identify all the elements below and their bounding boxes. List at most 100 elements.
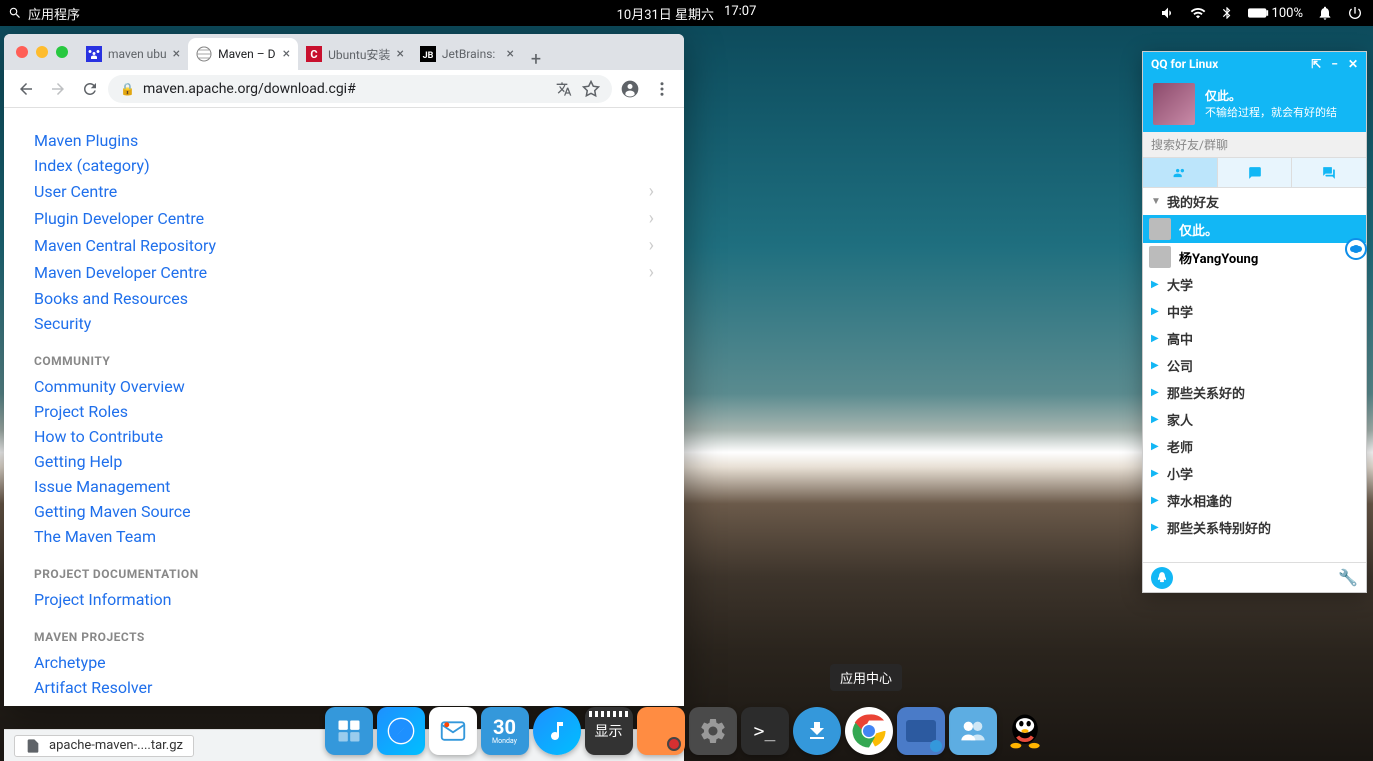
qq-group-header[interactable]: ▶萍水相逢的 xyxy=(1143,487,1366,514)
volume-icon[interactable] xyxy=(1160,5,1176,21)
qq-contact[interactable]: 杨YangYoung xyxy=(1143,243,1366,271)
topbar-apps[interactable]: 应用程序 xyxy=(0,4,80,23)
date-label[interactable]: 10月31日 星期六 xyxy=(617,4,714,23)
nav-link[interactable]: Maven Developer Centre› xyxy=(34,259,654,286)
dock-contacts[interactable] xyxy=(949,707,997,755)
bell-icon[interactable] xyxy=(1317,5,1333,21)
close-icon[interactable]: × xyxy=(506,46,513,62)
qq-tab-messages[interactable] xyxy=(1218,158,1293,187)
nav-link[interactable]: User Centre› xyxy=(34,178,654,205)
translate-icon[interactable] xyxy=(556,81,572,97)
address-bar: 🔒 maven.apache.org/download.cgi# xyxy=(4,70,684,108)
qq-logo-icon[interactable] xyxy=(1151,567,1173,589)
minimize-icon[interactable]: − xyxy=(1331,57,1338,71)
close-icon[interactable]: ✕ xyxy=(1348,57,1358,71)
dock-settings[interactable] xyxy=(689,707,737,755)
dock-chrome[interactable] xyxy=(845,707,893,755)
svg-text:C: C xyxy=(311,48,318,61)
page-content[interactable]: Maven PluginsIndex (category)User Centre… xyxy=(4,108,684,706)
browser-tab[interactable]: maven ubu× xyxy=(78,38,188,70)
qq-group-header[interactable]: ▶那些关系好的 xyxy=(1143,379,1366,406)
qq-group-header[interactable]: ▼我的好友 xyxy=(1143,188,1366,215)
qq-group-header[interactable]: ▶大学 xyxy=(1143,271,1366,298)
nav-link[interactable]: Archetype xyxy=(34,650,654,675)
dock-terminal[interactable]: >_ xyxy=(741,707,789,755)
dock-screenshot[interactable] xyxy=(637,707,685,755)
browser-tab[interactable]: CUbuntu安装× xyxy=(298,38,412,70)
qq-group-header[interactable]: ▶老师 xyxy=(1143,433,1366,460)
dock-music[interactable] xyxy=(533,707,581,755)
nav-link[interactable]: Index (category) xyxy=(34,153,654,178)
nav-link[interactable]: Getting Maven Source xyxy=(34,499,654,524)
chevron-right-icon: ▶ xyxy=(1151,468,1161,479)
qq-bottom-bar: 🔧 xyxy=(1143,562,1366,592)
reload-button[interactable] xyxy=(76,75,104,103)
dock-qq[interactable] xyxy=(1001,707,1049,755)
qq-tab-contacts[interactable] xyxy=(1143,158,1218,187)
qq-avatar[interactable] xyxy=(1153,83,1195,125)
qq-contact[interactable]: 仅此。 xyxy=(1143,215,1366,243)
qq-titlebar[interactable]: QQ for Linux ⇱ − ✕ xyxy=(1143,52,1366,76)
power-icon[interactable] xyxy=(1347,5,1363,21)
time-label[interactable]: 17:07 xyxy=(724,4,756,23)
nav-link[interactable]: Getting Help xyxy=(34,449,654,474)
qq-group-header[interactable]: ▶中学 xyxy=(1143,298,1366,325)
download-filename: apache-maven-....tar.gz xyxy=(49,738,183,753)
qq-group-header[interactable]: ▶高中 xyxy=(1143,325,1366,352)
back-button[interactable] xyxy=(12,75,40,103)
browser-tab[interactable]: JBJetBrains:× xyxy=(412,38,522,70)
qq-group-header[interactable]: ▶小学 xyxy=(1143,460,1366,487)
close-icon[interactable]: × xyxy=(283,46,290,62)
bluetooth-icon[interactable] xyxy=(1220,6,1234,20)
nav-link[interactable]: Issue Management xyxy=(34,474,654,499)
star-icon[interactable] xyxy=(582,80,600,98)
minimize-button[interactable] xyxy=(36,46,48,58)
maximize-button[interactable] xyxy=(56,46,68,58)
nav-link[interactable]: Maven Central Repository› xyxy=(34,232,654,259)
nav-link[interactable]: How to Contribute xyxy=(34,424,654,449)
dock-workspaces[interactable] xyxy=(325,707,373,755)
qq-signature[interactable]: 不输给过程，就会有好的结 xyxy=(1205,105,1337,120)
qq-contact-list[interactable]: ▼我的好友仅此。杨YangYoung▶大学▶中学▶高中▶公司▶那些关系好的▶家人… xyxy=(1143,188,1366,562)
close-icon[interactable]: × xyxy=(396,46,403,62)
url-field[interactable]: 🔒 maven.apache.org/download.cgi# xyxy=(108,75,612,103)
qq-group-header[interactable]: ▶家人 xyxy=(1143,406,1366,433)
forward-button[interactable] xyxy=(44,75,72,103)
dock-calendar[interactable]: 30Monday xyxy=(481,707,529,755)
new-tab-button[interactable]: + xyxy=(522,49,550,70)
wifi-icon[interactable] xyxy=(1190,5,1206,21)
nav-link[interactable]: Maven Plugins xyxy=(34,128,654,153)
topbar: 应用程序 10月31日 星期六 17:07 100% xyxy=(0,0,1373,26)
qq-tab-groups[interactable] xyxy=(1292,158,1366,187)
teamviewer-icon[interactable] xyxy=(1345,238,1367,260)
dock-remote[interactable] xyxy=(897,707,945,755)
dock-download[interactable] xyxy=(793,707,841,755)
qq-search-input[interactable]: 搜索好友/群聊 xyxy=(1143,132,1366,158)
nav-link[interactable]: Plugin Developer Centre› xyxy=(34,205,654,232)
nav-link[interactable]: Project Roles xyxy=(34,399,654,424)
qq-group-header[interactable]: ▶那些关系特别好的 xyxy=(1143,514,1366,541)
download-item[interactable]: apache-maven-....tar.gz xyxy=(14,735,194,757)
chevron-right-icon: ▶ xyxy=(1151,522,1161,533)
close-icon[interactable]: × xyxy=(173,46,180,62)
battery-indicator[interactable]: 100% xyxy=(1248,6,1303,21)
nav-link[interactable]: Artifact Resolver xyxy=(34,675,654,700)
dock-mail[interactable] xyxy=(429,707,477,755)
dock-safari[interactable] xyxy=(377,707,425,755)
nav-link[interactable]: Security xyxy=(34,311,654,336)
qq-username[interactable]: 仅此。 xyxy=(1205,88,1337,105)
nav-link[interactable]: Books and Resources xyxy=(34,286,654,311)
close-button[interactable] xyxy=(16,46,28,58)
qq-group-header[interactable]: ▶公司 xyxy=(1143,352,1366,379)
profile-button[interactable] xyxy=(616,75,644,103)
dock-video[interactable]: 显示 xyxy=(585,707,633,755)
pin-icon[interactable]: ⇱ xyxy=(1311,57,1321,71)
browser-tab[interactable]: Maven – D× xyxy=(188,38,298,70)
settings-icon[interactable]: 🔧 xyxy=(1338,568,1358,587)
qq-header: 仅此。 不输给过程，就会有好的结 xyxy=(1143,76,1366,132)
chevron-right-icon: › xyxy=(649,235,654,256)
nav-link[interactable]: The Maven Team xyxy=(34,524,654,549)
nav-link[interactable]: Project Information xyxy=(34,587,654,612)
menu-button[interactable] xyxy=(648,75,676,103)
nav-link[interactable]: Community Overview xyxy=(34,374,654,399)
